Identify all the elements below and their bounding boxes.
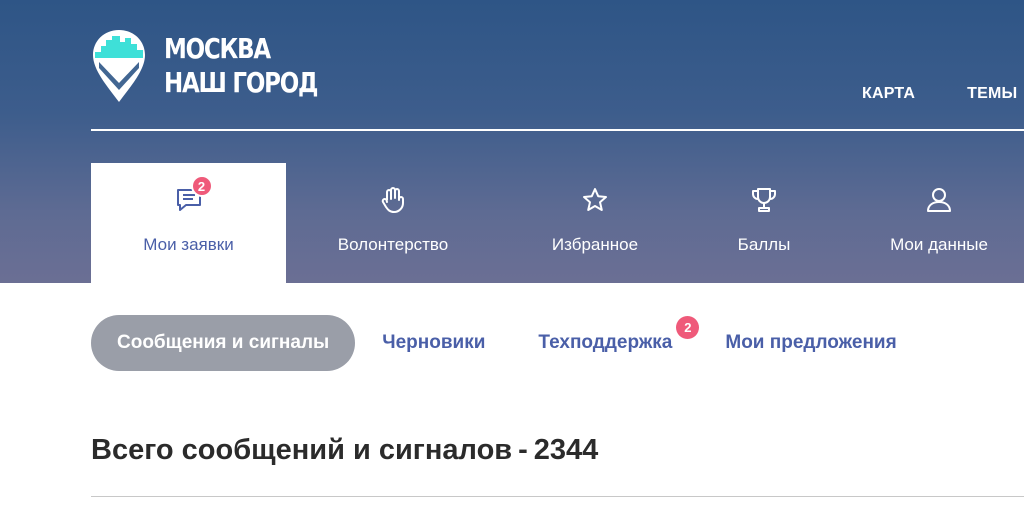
tab-label: Волонтерство	[337, 235, 449, 254]
header-divider	[91, 129, 1024, 131]
subtab-label: Сообщения и сигналы	[117, 332, 330, 353]
subtab-drafts[interactable]: Черновики	[382, 332, 485, 354]
subtab-tech-support[interactable]: Техподдержка 2	[538, 316, 700, 354]
tab-label: Мои заявки	[143, 235, 234, 254]
trophy-icon	[749, 185, 779, 215]
subtab-my-proposals[interactable]: Мои предложения	[725, 332, 896, 354]
chat-icon: 2	[174, 175, 213, 215]
subtab-label: Техподдержка	[538, 332, 673, 353]
logo-text: МОСКВА НАШ ГОРОД	[164, 32, 318, 100]
summary-text: Всего сообщений и сигналов	[91, 434, 513, 466]
tab-volunteering[interactable]: Волонтерство	[286, 163, 500, 283]
user-icon	[924, 185, 954, 215]
subtab-badge: 2	[676, 316, 700, 339]
subtab-label: Черновики	[382, 332, 486, 353]
tab-favorites[interactable]: Избранное	[500, 163, 690, 283]
content-divider	[91, 496, 1024, 497]
top-navigation: КАРТА ТЕМЫ	[862, 85, 1017, 103]
subtab-messages-signals[interactable]: Сообщения и сигналы	[91, 315, 356, 371]
nav-link-map[interactable]: КАРТА	[862, 85, 915, 103]
account-tabs: 2 Мои заявки Волонтерство Избранное Балл…	[91, 163, 1024, 283]
subtab-label: Мои предложения	[725, 332, 897, 353]
location-pin-city-icon	[93, 30, 145, 102]
logo-line-2: НАШ ГОРОД	[164, 66, 318, 99]
star-icon	[580, 185, 610, 215]
messages-total-heading: Всего сообщений и сигналов -2344	[91, 434, 598, 467]
summary-count: 2344	[533, 434, 599, 466]
tab-my-requests[interactable]: 2 Мои заявки	[91, 163, 286, 283]
logo-line-1: МОСКВА	[164, 32, 271, 65]
nav-link-topics[interactable]: ТЕМЫ	[967, 85, 1017, 103]
summary-separator: -	[518, 434, 528, 466]
tab-label: Мои данные	[890, 235, 988, 254]
site-header: МОСКВА НАШ ГОРОД КАРТА ТЕМЫ 2 Мои заявки	[0, 0, 1024, 283]
tab-label: Баллы	[737, 235, 791, 254]
request-subtabs: Сообщения и сигналы Черновики Техподдерж…	[91, 315, 897, 371]
hand-icon	[378, 185, 408, 215]
tab-points[interactable]: Баллы	[690, 163, 838, 283]
tab-my-data[interactable]: Мои данные	[838, 163, 1024, 283]
tab-label: Избранное	[551, 235, 639, 254]
tab-badge: 2	[190, 175, 213, 197]
site-logo[interactable]: МОСКВА НАШ ГОРОД	[91, 28, 351, 104]
